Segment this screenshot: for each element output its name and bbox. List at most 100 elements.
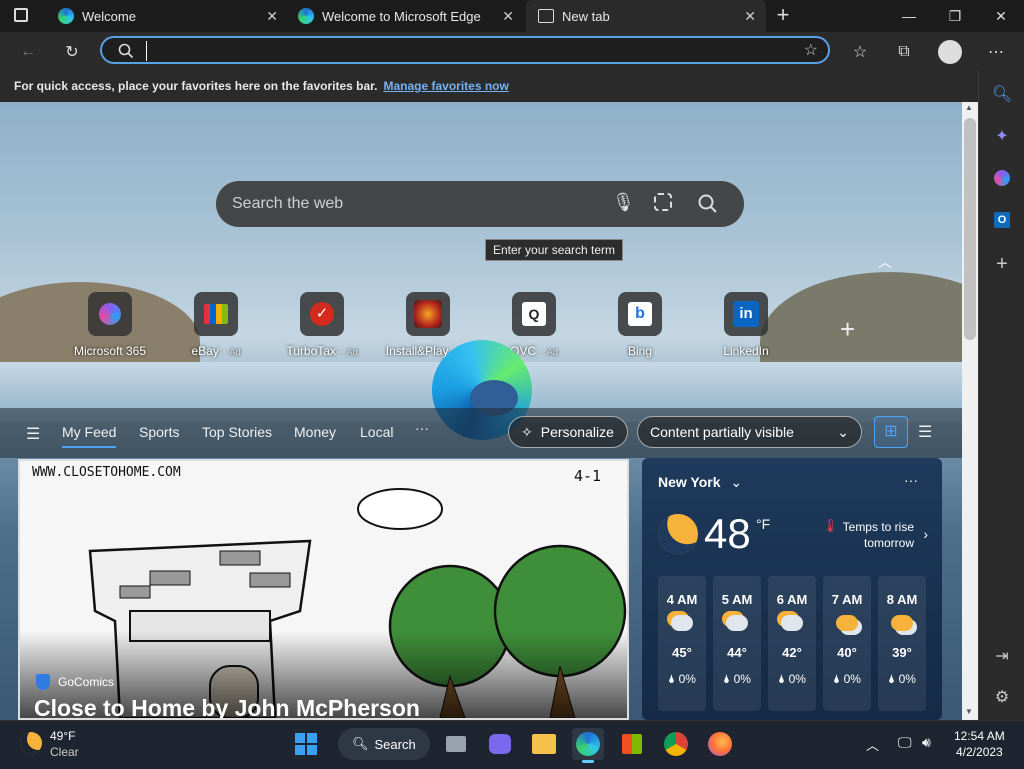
close-tab-icon[interactable]: ✕ xyxy=(502,8,514,25)
refresh-icon[interactable]: ↻ xyxy=(60,40,84,64)
hour-precip: 0% xyxy=(788,672,806,686)
ad-badge: Ad xyxy=(546,347,558,357)
nav-top-stories[interactable]: Top Stories xyxy=(202,424,272,440)
nav-money[interactable]: Money xyxy=(294,424,336,440)
search-submit-icon[interactable] xyxy=(698,194,718,214)
list-layout-icon[interactable]: ☰ xyxy=(918,422,932,442)
hour-temp: 39° xyxy=(892,645,912,660)
sidebar-outlook-icon[interactable]: O xyxy=(990,208,1014,232)
close-tab-icon[interactable]: ✕ xyxy=(266,8,278,25)
content-visibility-label: Content partially visible xyxy=(650,424,794,440)
nav-local[interactable]: Local xyxy=(360,424,393,440)
add-quick-link-icon[interactable]: + xyxy=(840,314,855,345)
ebay-bag-icon xyxy=(194,292,238,336)
search-tooltip: Enter your search term xyxy=(485,239,624,261)
sidebar-office-icon[interactable] xyxy=(990,166,1014,190)
card-headline[interactable]: Close to Home by John McPherson xyxy=(34,695,420,718)
quick-link-label: Install&Play xyxy=(385,344,449,358)
microphone-icon[interactable]: 🎙︎ xyxy=(612,192,635,213)
weather-note-line2: tomorrow xyxy=(863,536,914,550)
tab-actions-icon[interactable] xyxy=(14,8,28,22)
microsoft-store-icon[interactable] xyxy=(616,728,648,760)
quick-link-turbotax[interactable]: ✓ TurboTax · Ad xyxy=(269,292,375,358)
nav-my-feed[interactable]: My Feed xyxy=(62,424,117,448)
city-label: New York xyxy=(658,474,721,490)
profile-avatar[interactable] xyxy=(938,40,962,64)
close-tab-icon[interactable]: ✕ xyxy=(744,8,756,25)
favorites-bar-message: For quick access, place your favorites h… xyxy=(14,79,378,93)
taskbar-weather-desc: Clear xyxy=(50,745,79,759)
taskbar-weather-temp[interactable]: 49°F xyxy=(50,729,75,743)
sidebar-search-icon[interactable]: 🔍︎ xyxy=(990,82,1014,106)
hour-time: 8 AM xyxy=(886,592,918,607)
hour-temp: 42° xyxy=(782,645,802,660)
collections-icon[interactable]: ⧉ xyxy=(892,40,916,64)
manage-favorites-link[interactable]: Manage favorites now xyxy=(383,79,508,93)
current-temp: 48 xyxy=(704,510,751,557)
moon-icon xyxy=(652,508,704,560)
teams-chat-icon[interactable] xyxy=(484,728,516,760)
file-explorer-icon[interactable] xyxy=(528,728,560,760)
quick-link-microsoft-365[interactable]: Microsoft 365 xyxy=(57,292,163,358)
collapse-chevron-icon[interactable]: ︿ xyxy=(878,252,892,272)
temp-unit: °F xyxy=(756,516,771,532)
sidebar-add-icon[interactable]: + xyxy=(990,252,1014,276)
taskbar-search-button[interactable]: 🔍︎ Search xyxy=(338,728,430,760)
show-hidden-icons-chevron-icon[interactable]: ︿ xyxy=(866,735,879,754)
chrome-icon[interactable] xyxy=(660,728,692,760)
clock-time[interactable]: 12:54 AM xyxy=(954,729,1005,743)
new-tab-page-icon xyxy=(538,9,554,23)
hour-temp: 44° xyxy=(727,645,747,660)
windows-logo-icon xyxy=(295,733,317,755)
scroll-down-icon[interactable]: ▼ xyxy=(965,707,973,716)
sidebar-settings-icon[interactable]: ⚙ xyxy=(990,685,1014,709)
task-view-icon[interactable] xyxy=(440,728,472,760)
feed-menu-icon[interactable]: ☰ xyxy=(26,424,40,444)
taskbar-edge-icon[interactable] xyxy=(572,728,604,760)
minimize-button[interactable]: — xyxy=(886,0,932,32)
weather-more-icon[interactable]: ··· xyxy=(904,472,918,488)
add-favorite-icon[interactable]: ☆ xyxy=(804,40,818,60)
start-button[interactable] xyxy=(290,728,322,760)
sparkle-icon: ✧ xyxy=(521,423,533,440)
volume-icon[interactable]: 🔊︎ xyxy=(922,734,931,751)
network-icon[interactable]: 🖵︎ xyxy=(898,734,912,751)
firefox-icon[interactable] xyxy=(704,728,736,760)
grid-layout-icon[interactable]: ⊞ xyxy=(874,416,908,448)
favorites-icon[interactable]: ☆ xyxy=(848,40,872,64)
scroll-up-icon[interactable]: ▲ xyxy=(965,103,973,112)
thermometer-icon: 🌡︎ xyxy=(822,518,839,533)
web-search-box[interactable]: Search the web 🎙︎ xyxy=(216,181,744,227)
clock-date[interactable]: 4/2/2023 xyxy=(956,745,1003,759)
back-icon[interactable]: ← xyxy=(16,40,40,64)
chevron-down-icon: ⌄ xyxy=(730,474,743,490)
linkedin-icon: in xyxy=(724,292,768,336)
personalize-button[interactable]: ✧ Personalize xyxy=(508,416,628,448)
nav-more[interactable]: ··· xyxy=(415,420,429,436)
quick-link-linkedin[interactable]: in LinkedIn xyxy=(693,292,799,358)
weather-city[interactable]: New York ⌄ xyxy=(658,474,742,491)
more-options-icon[interactable]: ⋯ xyxy=(984,40,1008,64)
comic-card[interactable]: WWW.CLOSETOHOME.COM 4-1 GoComics Close t… xyxy=(18,459,629,720)
tab-welcome[interactable]: Welcome ✕ xyxy=(48,0,288,32)
address-bar[interactable]: ☆ xyxy=(100,36,830,64)
partly-cloudy-night-icon xyxy=(671,615,693,631)
sidebar-hide-icon[interactable]: ⇥ xyxy=(990,644,1014,668)
chevron-right-icon[interactable]: › xyxy=(923,526,928,542)
raindrop-icon: 🌢︎ xyxy=(723,672,731,686)
scrollbar-thumb[interactable] xyxy=(964,118,976,340)
visual-search-icon[interactable] xyxy=(654,193,672,211)
address-input[interactable] xyxy=(146,41,751,61)
close-window-button[interactable]: ✕ xyxy=(978,0,1024,32)
restore-button[interactable]: ❐ xyxy=(932,0,978,32)
quick-link-bing[interactable]: b Bing xyxy=(587,292,693,358)
new-tab-button[interactable]: + xyxy=(772,4,794,26)
quick-link-ebay[interactable]: eBay · Ad xyxy=(163,292,269,358)
sidebar-copilot-icon[interactable]: ✦ xyxy=(990,124,1014,148)
quick-link-label: eBay xyxy=(191,344,219,358)
hourly-forecast-item: 7 AM 40° 🌢︎ 0% xyxy=(823,576,871,711)
tab-new-tab[interactable]: New tab ✕ xyxy=(526,0,766,32)
content-visibility-dropdown[interactable]: Content partially visible ⌄ xyxy=(637,416,862,448)
tab-welcome-edge[interactable]: Welcome to Microsoft Edge ✕ xyxy=(288,0,524,32)
nav-sports[interactable]: Sports xyxy=(139,424,179,440)
